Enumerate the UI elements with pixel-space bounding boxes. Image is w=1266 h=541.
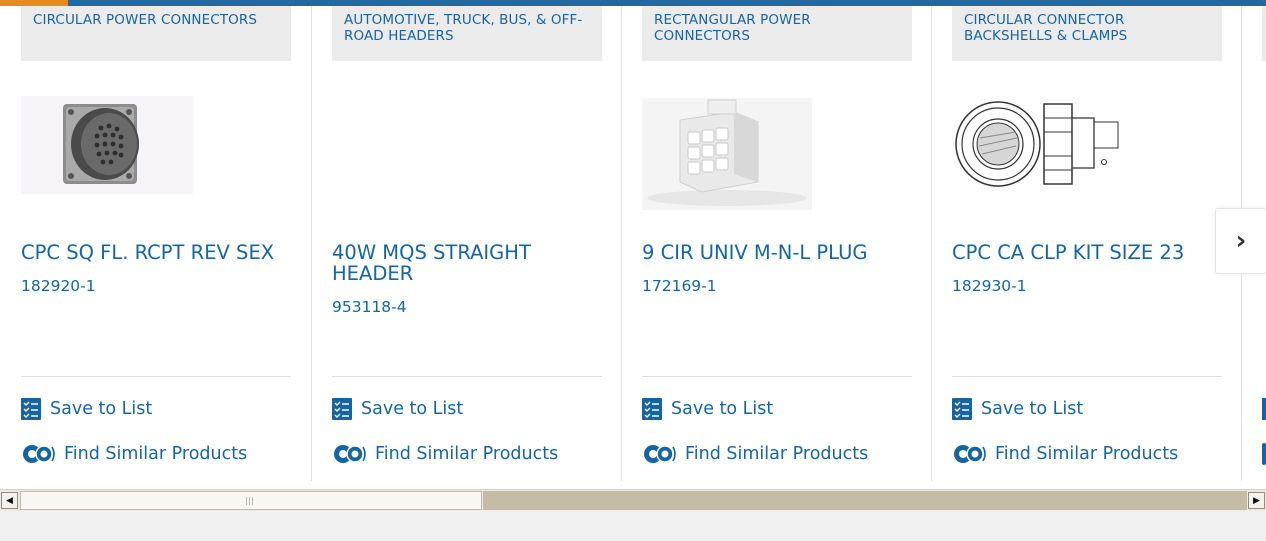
card-divider [311, 6, 312, 481]
part-number[interactable]: 182920-1 [21, 277, 96, 295]
save-to-list-label: Save to List [981, 399, 1084, 419]
scroll-left-button[interactable]: ◀ [1, 492, 18, 509]
card-divider [621, 6, 622, 481]
find-similar-products-button[interactable]: Find Similar Products [332, 443, 558, 465]
checklist-icon [642, 398, 662, 420]
product-name-link[interactable]: 40W MQS STRAIGHT HEADER [332, 242, 602, 284]
checklist-icon [952, 398, 972, 420]
gears-icon [21, 443, 58, 465]
checklist-icon [21, 398, 41, 420]
find-similar-products-button[interactable]: Find Similar Products [642, 443, 868, 465]
card-separator [642, 376, 912, 377]
page-bottom-area [0, 511, 1266, 541]
find-similar-label: Find Similar Products [64, 444, 248, 464]
find-similar-label: Find Similar Products [685, 444, 869, 464]
chevron-right-icon: › [1235, 226, 1247, 256]
save-to-list-button[interactable]: Save to List [332, 398, 463, 420]
part-number[interactable]: 953118-4 [332, 298, 407, 316]
scrollbar-thumb[interactable] [20, 491, 482, 510]
find-similar-products-button[interactable]: Find Similar Products [952, 443, 1178, 465]
product-card: RECTANGULAR POWER CONNECTORS 9 CIR UNIV … [642, 6, 912, 484]
product-image[interactable] [952, 98, 1152, 213]
card-divider [931, 6, 932, 481]
product-name-link[interactable]: CPC CA CLP KIT SIZE 23 [952, 242, 1222, 263]
find-similar-label: Find Similar Products [375, 444, 559, 464]
arrow-right-icon: ▶ [1253, 495, 1260, 506]
horizontal-scrollbar[interactable]: ◀ ▶ [0, 489, 1266, 511]
save-to-list-label: Save to List [361, 399, 464, 419]
gears-icon [642, 443, 679, 465]
product-category[interactable]: CIRCULAR CONNECTOR BACKSHELLS & CLAMPS [952, 6, 1222, 61]
card-separator [21, 376, 291, 377]
save-to-list-label: Save to List [50, 399, 153, 419]
checklist-icon [1262, 398, 1266, 420]
gears-icon [332, 443, 369, 465]
scroll-right-button[interactable]: ▶ [1248, 492, 1265, 509]
scrollbar-track[interactable] [483, 491, 1247, 510]
product-category[interactable]: RECTANGULAR POWER CONNECTORS [642, 6, 912, 61]
save-to-list-button[interactable]: Save to List [952, 398, 1083, 420]
product-image[interactable] [21, 96, 221, 211]
gears-icon [1262, 443, 1266, 465]
find-similar-label: Find Similar Products [995, 444, 1179, 464]
product-card: CIRCULAR CONNECTOR BACKSHELLS & CLAMPS C… [952, 6, 1222, 484]
product-category[interactable]: AUTOMOTIVE, TRUCK, BUS, & OFF-ROAD HEADE… [332, 6, 602, 61]
product-card: AUTOMOTIVE, TRUCK, BUS, & OFF-ROAD HEADE… [332, 6, 602, 484]
save-to-list-button[interactable]: Save to List [642, 398, 773, 420]
arrow-left-icon: ◀ [6, 495, 13, 506]
product-image[interactable] [642, 98, 842, 213]
card-separator [952, 376, 1222, 377]
product-name-link[interactable]: 9 CIR UNIV M-N-L PLUG [642, 242, 912, 263]
product-image[interactable] [332, 96, 532, 211]
part-number[interactable]: 172169-1 [642, 277, 717, 295]
card-separator [332, 376, 602, 377]
save-to-list-label: Save to List [671, 399, 774, 419]
save-to-list-button[interactable]: Save to List [21, 398, 152, 420]
gears-icon [952, 443, 989, 465]
thumb-grip-icon [246, 497, 255, 505]
checklist-icon [332, 398, 352, 420]
part-number[interactable]: 182930-1 [952, 277, 1027, 295]
carousel-next-button[interactable]: › [1215, 208, 1266, 274]
product-carousel: CIRCULAR POWER CONNECTORS CPC SQ FL. RCP… [0, 6, 1266, 484]
product-category[interactable]: CIRCULAR POWER CONNECTORS [21, 6, 291, 61]
product-category[interactable] [1262, 6, 1266, 61]
product-name-link[interactable]: CPC SQ FL. RCPT REV SEX [21, 242, 291, 263]
product-card: CIRCULAR POWER CONNECTORS CPC SQ FL. RCP… [21, 6, 291, 484]
find-similar-products-button[interactable]: Find Similar Products [21, 443, 247, 465]
